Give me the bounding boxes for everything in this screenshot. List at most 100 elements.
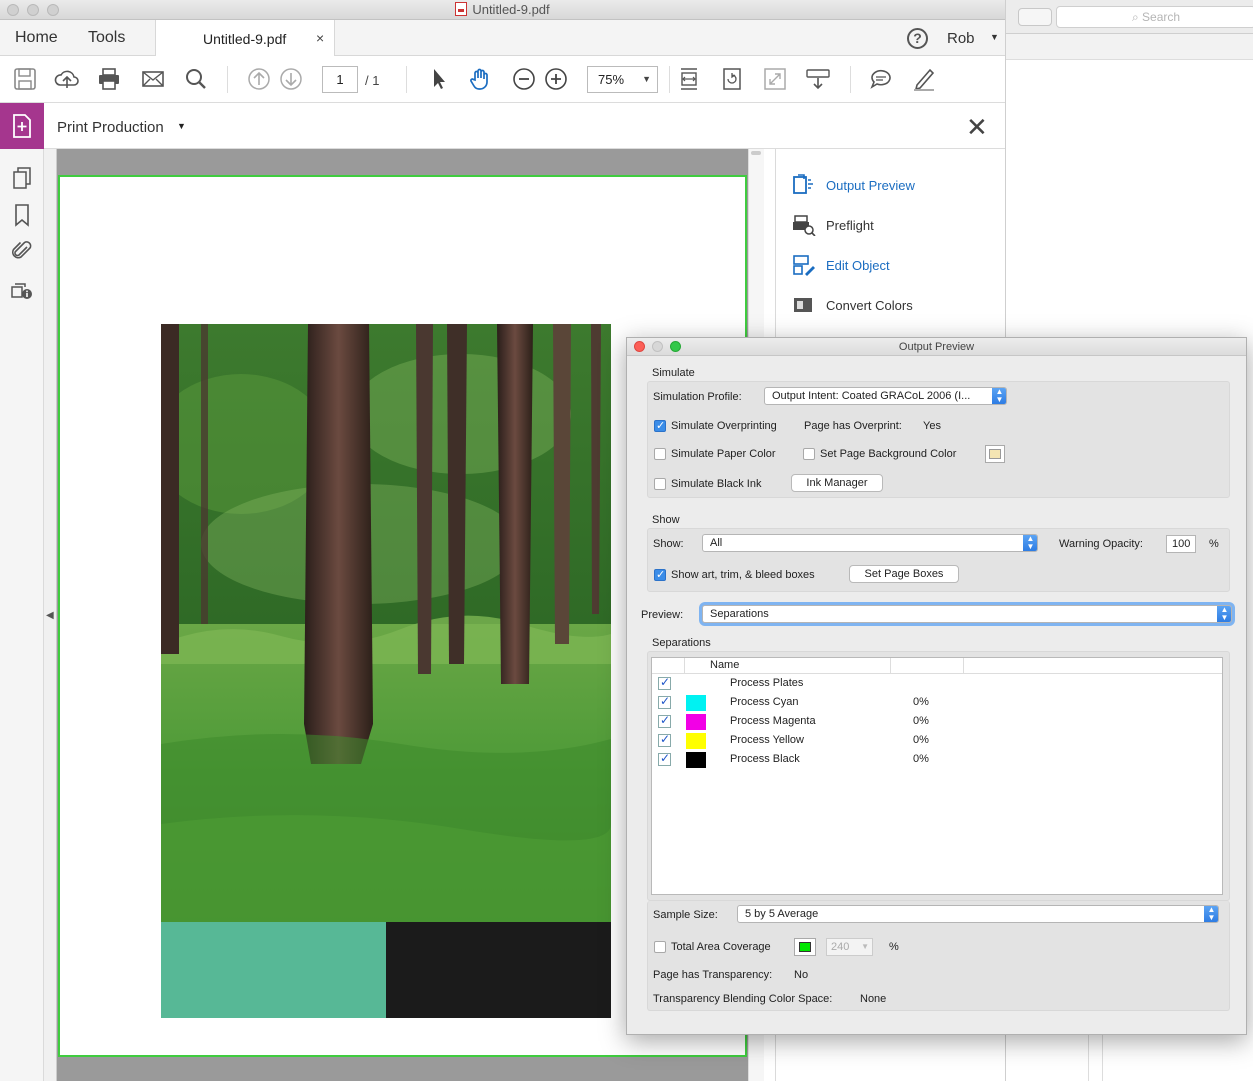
show-boxes-checkbox[interactable] [654,568,666,581]
chevron-down-icon[interactable]: ▼ [177,121,186,131]
separation-checkbox[interactable] [658,732,671,747]
print-icon[interactable] [96,66,122,92]
zoom-in-icon[interactable] [543,66,569,92]
search-icon[interactable] [183,66,209,92]
table-row[interactable]: Process Cyan 0% [652,693,1222,712]
table-row[interactable]: Process Plates [652,674,1222,693]
warning-opacity-unit: % [1209,538,1219,550]
separation-checkbox[interactable] [658,713,671,728]
tool-edit-object[interactable]: Edit Object [792,254,890,278]
rotate-page-icon[interactable] [719,66,745,92]
column-header-name[interactable]: Name [710,659,739,671]
save-icon[interactable] [12,66,38,92]
show-select[interactable]: All ▲ ▼ [702,534,1038,552]
dialog-close-button[interactable] [634,341,645,352]
edit-object-icon [793,255,815,276]
tools-tab[interactable]: Tools [88,29,125,47]
document-tab[interactable]: Untitled-9.pdf × [155,20,335,56]
sample-size-select[interactable]: 5 by 5 Average ▲ ▼ [737,905,1219,923]
fit-width-icon[interactable] [676,66,702,92]
dialog-title: Output Preview [898,341,975,353]
attachment-icon[interactable] [10,239,34,263]
tool-label: Edit Object [826,258,890,273]
sidebar-toggle-button[interactable] [1018,8,1052,26]
tool-label: Output Preview [826,178,915,193]
search-field[interactable]: ⌕ Search [1056,6,1253,28]
table-row[interactable]: Process Yellow 0% [652,731,1222,750]
previous-page-icon[interactable] [246,66,272,92]
close-tab-icon[interactable]: × [316,30,324,46]
tac-color-swatch[interactable] [794,938,816,956]
page-thumbnails-icon[interactable] [10,166,34,190]
separation-checkbox[interactable] [658,694,671,709]
page-total: / 1 [365,73,380,88]
output-preview-dialog: Output Preview Simulate Simulation Profi… [626,337,1247,1035]
print-production-title[interactable]: Print Production [57,119,164,136]
email-icon[interactable] [140,66,166,92]
convert-colors-icon [794,298,812,312]
simulate-paper-color-checkbox[interactable] [654,448,666,460]
layers-info-icon[interactable] [10,277,34,301]
column-divider [963,658,964,673]
warning-opacity-input[interactable]: 100 [1166,535,1196,553]
select-pointer-icon[interactable] [426,66,452,92]
transparency-label: Page has Transparency: [653,969,773,981]
simulate-overprinting-checkbox[interactable] [654,419,666,432]
simulate-black-ink-checkbox[interactable] [654,478,666,490]
chevron-down-icon[interactable]: ▼ [990,32,999,42]
zoom-value: 75% [598,72,625,87]
updown-chevron-icon: ▲ ▼ [1217,606,1231,622]
set-page-boxes-button[interactable]: Set Page Boxes [849,565,959,583]
scrollbar-thumb[interactable] [751,151,761,155]
zoom-select[interactable]: 75% ▼ [587,66,658,93]
user-menu[interactable]: Rob [947,30,975,47]
separation-checkbox[interactable] [658,751,671,766]
set-page-bg-color-checkbox[interactable] [803,448,815,460]
table-row[interactable]: Process Magenta 0% [652,712,1222,731]
total-area-coverage-checkbox[interactable] [654,941,666,953]
tool-preflight[interactable]: Preflight [792,214,874,238]
page-number-input[interactable]: 1 [322,66,358,93]
blending-space-value: None [860,993,887,1005]
bookmark-icon[interactable] [10,203,34,227]
toolbar-separator [406,66,407,93]
total-area-coverage-label: Total Area Coverage [671,941,771,953]
keyboard-download-icon[interactable] [805,66,831,92]
search-placeholder: Search [1142,10,1181,24]
sample-size-label: Sample Size: [653,909,718,921]
comment-icon[interactable] [868,66,894,92]
simulation-profile-select[interactable]: Output Intent: Coated GRACoL 2006 (I... ▲… [764,387,1007,405]
highlight-pen-icon[interactable] [911,66,937,92]
separation-name: Process Black [730,753,800,765]
sample-size-value: 5 by 5 Average [745,908,819,920]
page-bg-color-swatch[interactable] [985,445,1005,463]
help-icon[interactable]: ? [907,28,928,49]
close-tool-icon[interactable]: ✕ [966,112,988,143]
next-page-icon[interactable] [278,66,304,92]
full-screen-icon[interactable] [762,66,788,92]
print-production-tool-icon[interactable] [0,103,44,149]
tool-convert-colors[interactable]: Convert Colors [792,294,913,318]
tool-output-preview[interactable]: Output Preview [792,174,915,198]
toolbar-separator [227,66,228,93]
dialog-zoom-button[interactable] [670,341,681,352]
hand-tool-icon[interactable] [468,66,494,92]
dialog-minimize-button[interactable] [652,341,663,352]
zoom-out-icon[interactable] [511,66,537,92]
separation-checkbox[interactable] [658,675,671,690]
home-tab[interactable]: Home [15,29,58,47]
separation-name: Process Plates [730,677,804,689]
tool-label: Preflight [826,218,874,233]
preflight-icon [793,215,816,237]
forest-photo [161,324,611,922]
simulation-profile-value: Output Intent: Coated GRACoL 2006 (I... [772,390,971,402]
upload-cloud-icon[interactable] [54,66,80,92]
preview-value: Separations [710,608,769,620]
preview-select[interactable]: Separations ▲ ▼ [702,605,1232,623]
tac-value-select[interactable]: 240 ▼ [826,938,873,956]
simulate-black-ink-label: Simulate Black Ink [671,478,762,490]
ink-manager-button[interactable]: Ink Manager [791,474,883,492]
table-row[interactable]: Process Black 0% [652,750,1222,769]
overprint-value: Yes [923,420,941,432]
collapse-pane-icon[interactable]: ◀ [46,610,54,621]
